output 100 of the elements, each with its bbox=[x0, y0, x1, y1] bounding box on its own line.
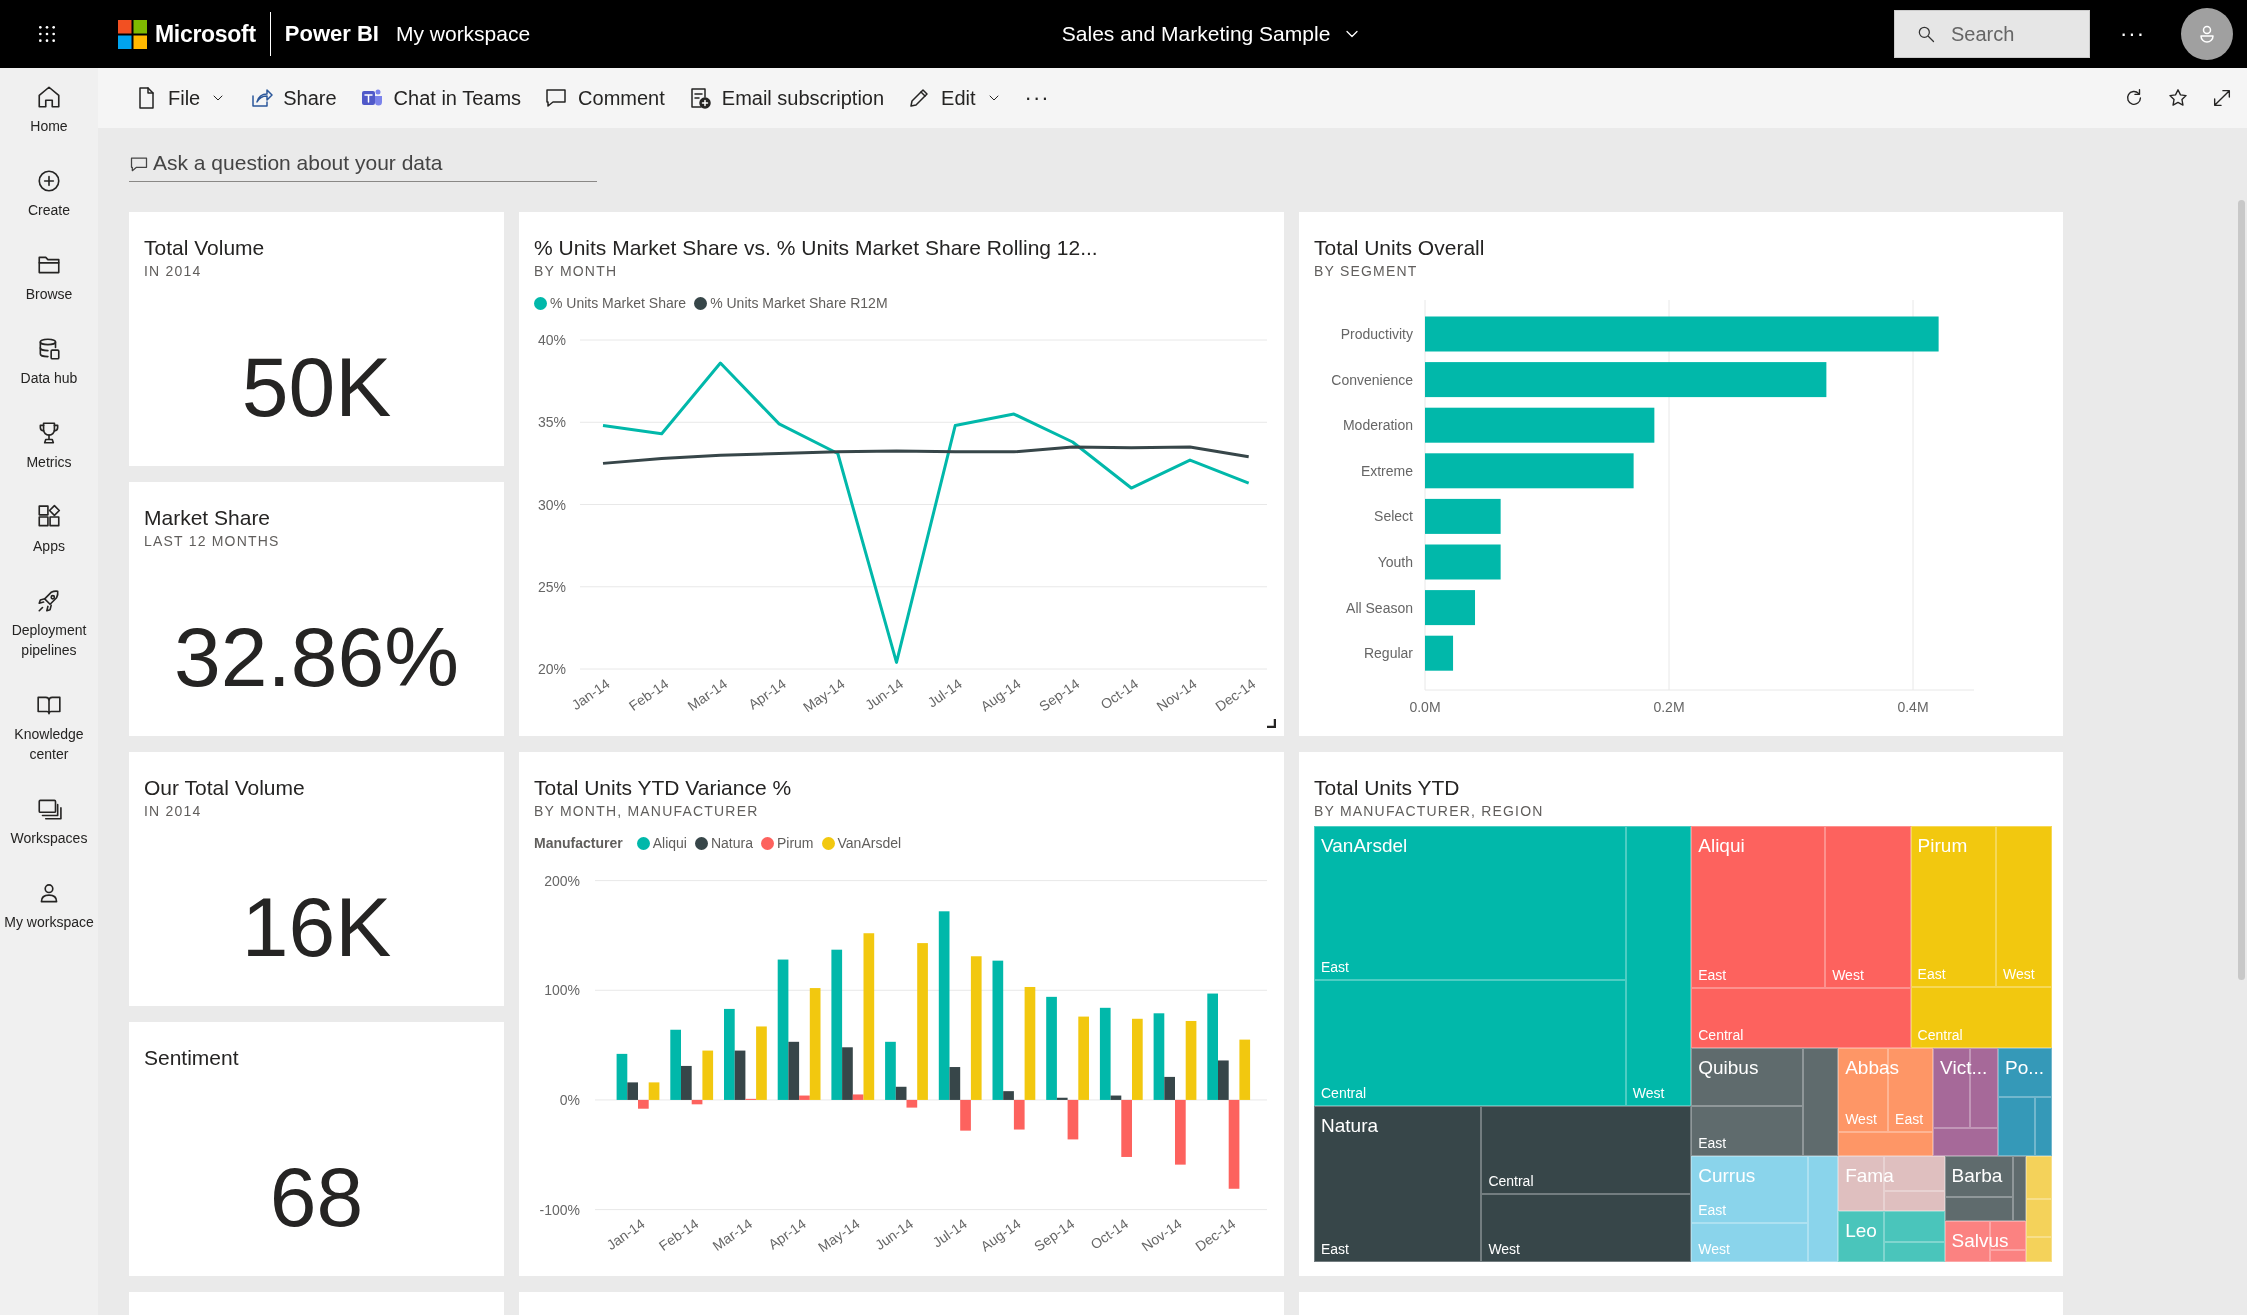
treemap-cell bbox=[2025, 1155, 2052, 1199]
nav-item[interactable]: Workspaces bbox=[0, 780, 98, 864]
toolbar-button[interactable]: Chat in Teams bbox=[350, 80, 531, 116]
treemap-cell bbox=[1944, 1197, 2013, 1221]
tile-subtitle: BY MONTH bbox=[534, 262, 619, 280]
axis-label: 30% bbox=[537, 496, 566, 513]
nav-item[interactable]: Create bbox=[0, 152, 98, 236]
tile-subtitle: BY MONTH, MANUFACTURER bbox=[534, 802, 760, 820]
scrollbar-thumb[interactable] bbox=[2238, 200, 2245, 980]
treemap-cell bbox=[2013, 1155, 2026, 1221]
manufacturer-label: Natura bbox=[1321, 1114, 1379, 1138]
treemap-cell bbox=[1883, 1191, 1945, 1211]
question-field[interactable]: Ask a question about your data bbox=[129, 145, 597, 182]
nav-item[interactable]: Data hub bbox=[0, 320, 98, 404]
legend-label: Natura bbox=[710, 835, 753, 851]
product-name: Power BI bbox=[284, 21, 379, 47]
region-label: East bbox=[1698, 965, 1727, 984]
axis-label: 200% bbox=[544, 872, 580, 889]
region-label: Central bbox=[1488, 1171, 1534, 1190]
category-label: Productivity bbox=[1340, 326, 1413, 342]
region-label: Central bbox=[1321, 1084, 1367, 1102]
treemap-cell bbox=[2025, 1237, 2052, 1262]
nav-item[interactable]: Metrics bbox=[0, 404, 98, 488]
legend-label: % Units Market Share bbox=[550, 295, 687, 311]
search-icon bbox=[1916, 24, 1936, 44]
tile-title: Our Total Volume bbox=[144, 775, 306, 801]
region-label: Central bbox=[1917, 1026, 1963, 1044]
nav-item[interactable]: Deployment pipelines bbox=[0, 572, 98, 676]
manufacturer-label: Aliqui bbox=[1698, 834, 1745, 858]
treemap-cell bbox=[1989, 1249, 2026, 1262]
tile-subtitle: BY SEGMENT bbox=[1314, 262, 1419, 280]
region-label: West bbox=[1488, 1240, 1520, 1258]
category-label: Moderation bbox=[1342, 417, 1413, 434]
region-label: Central bbox=[1698, 1026, 1744, 1044]
kpi-value: 32.86% bbox=[173, 609, 460, 706]
manufacturer-label: Abbas bbox=[1845, 1056, 1899, 1080]
manufacturer-label: Leo bbox=[1845, 1219, 1877, 1243]
workspace-link[interactable]: My workspace bbox=[395, 22, 531, 46]
axis-label: 20% bbox=[537, 661, 566, 677]
report-title-button[interactable]: Sales and Marketing Sample bbox=[1061, 22, 1363, 46]
manufacturer-label: VanArsdel bbox=[1321, 834, 1408, 858]
legend-label: Aliqui bbox=[652, 835, 687, 851]
tile-subtitle: IN 2014 bbox=[144, 802, 203, 820]
toolbar-button[interactable]: Share bbox=[240, 80, 346, 116]
category-label: Select bbox=[1374, 508, 1413, 525]
axis-label: 0.0M bbox=[1409, 699, 1441, 715]
category-label: All Season bbox=[1346, 599, 1413, 616]
nav-item[interactable]: My workspace bbox=[0, 864, 98, 948]
treemap-cell bbox=[2034, 1097, 2052, 1156]
toolbar-button[interactable]: File bbox=[125, 80, 236, 116]
axis-label: 0% bbox=[559, 1091, 580, 1108]
legend-label: VanArsdel bbox=[837, 835, 902, 851]
more-button[interactable]: ··· bbox=[2120, 21, 2145, 47]
add-icon bbox=[36, 168, 62, 194]
nav-item[interactable]: Knowledge center bbox=[0, 676, 98, 780]
home-icon bbox=[36, 84, 62, 110]
kpi-value: 50K bbox=[240, 339, 393, 436]
manufacturer-label: Salvus bbox=[1951, 1229, 2009, 1253]
nav-item[interactable]: Apps bbox=[0, 488, 98, 572]
region-label: East bbox=[1698, 1133, 1727, 1152]
treemap-cell bbox=[1838, 1211, 1884, 1262]
tile-title: Total Volume bbox=[144, 235, 266, 261]
region-label: East bbox=[1321, 1240, 1349, 1258]
expand-icon bbox=[2211, 87, 2233, 109]
kpi-value: 16K bbox=[240, 879, 393, 976]
tile-title: Total Units YTD bbox=[1314, 775, 1461, 801]
axis-label: 100% bbox=[544, 982, 580, 999]
manufacturer-label: Fama bbox=[1845, 1163, 1894, 1188]
region-label: East bbox=[1698, 1201, 1727, 1219]
toolbar-button[interactable]: Comment bbox=[535, 80, 674, 116]
search-field[interactable]: Search bbox=[1894, 10, 2090, 58]
axis-label: 0.4M bbox=[1897, 699, 1929, 715]
comment-icon bbox=[544, 86, 569, 110]
axis-label: 0.2M bbox=[1653, 699, 1685, 715]
resize-handle-icon[interactable] bbox=[1267, 719, 1276, 728]
grid-dots-icon bbox=[37, 24, 57, 44]
legend-label: % Units Market Share R12M bbox=[710, 295, 888, 311]
toolbar-button[interactable]: Email subscription bbox=[678, 80, 894, 116]
four-squares-logo bbox=[118, 19, 147, 49]
category-label: Regular bbox=[1363, 645, 1413, 662]
tile-title: % Units Market Share vs. % Units Market Share Rolling 12... bbox=[534, 235, 1099, 261]
nav-item[interactable]: Browse bbox=[0, 236, 98, 320]
treemap-cell bbox=[1998, 1097, 2035, 1156]
bar bbox=[1425, 635, 1454, 671]
nav-item[interactable]: Home bbox=[0, 68, 98, 152]
brand-name: Microsoft bbox=[155, 20, 256, 48]
category-label: Youth bbox=[1377, 554, 1413, 570]
tile-title: Total Units Overall bbox=[1314, 235, 1486, 261]
treemap-cell bbox=[1883, 1211, 1945, 1242]
manufacturer-label: Quibus bbox=[1698, 1056, 1759, 1080]
toolbar-button[interactable]: Edit bbox=[898, 80, 1011, 116]
tile-subtitle: IN 2014 bbox=[144, 262, 203, 280]
tile-title: Market Share bbox=[144, 505, 272, 531]
more-button[interactable]: ··· bbox=[1015, 79, 1059, 117]
region-label: West bbox=[2003, 964, 2035, 983]
region-label: East bbox=[1895, 1110, 1924, 1128]
avatar[interactable] bbox=[2181, 8, 2233, 60]
region-label: East bbox=[1917, 964, 1946, 983]
axis-label: -100% bbox=[539, 1201, 580, 1218]
manufacturer-label: Currus bbox=[1698, 1163, 1756, 1188]
